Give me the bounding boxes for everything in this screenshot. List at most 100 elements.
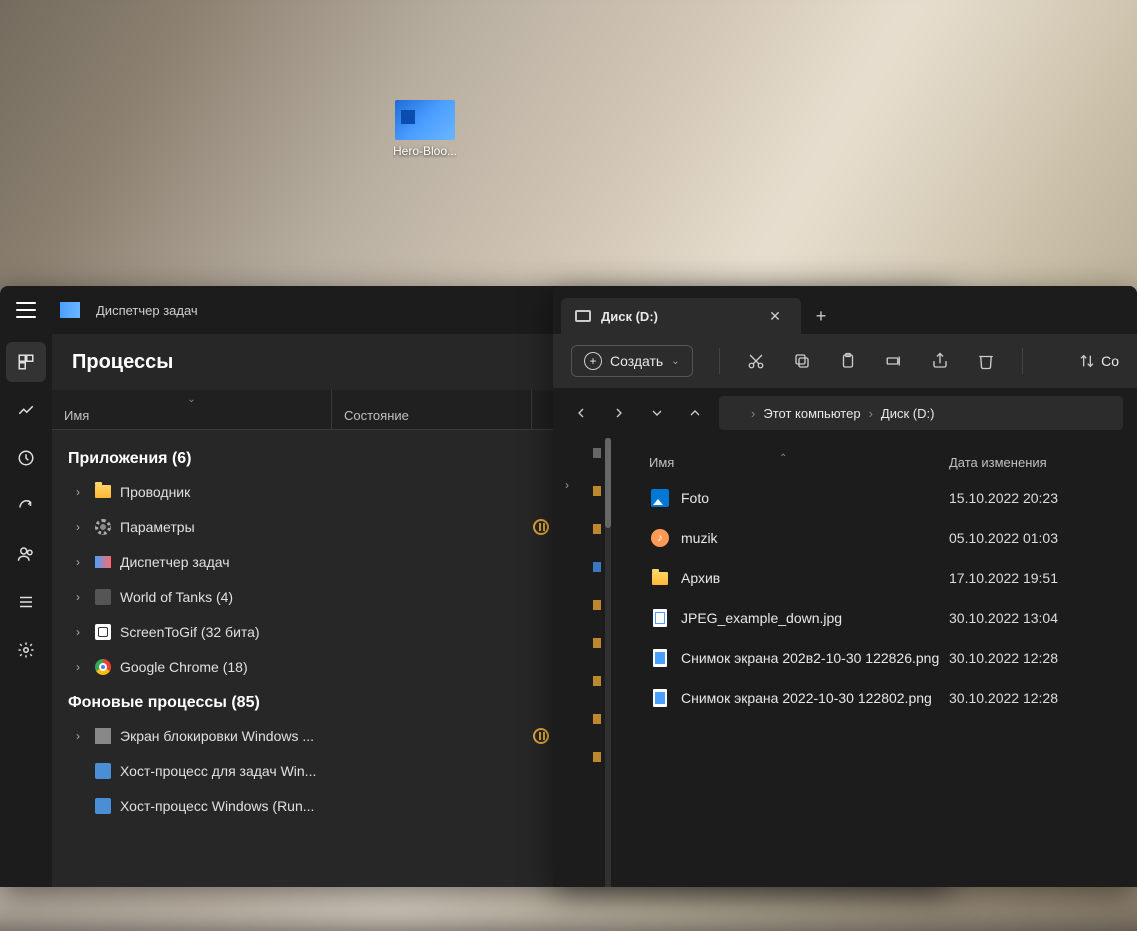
file-date: 05.10.2022 01:03: [949, 530, 1109, 546]
image-icon: [653, 649, 667, 667]
file-name: Архив: [681, 570, 949, 586]
file-name: Foto: [681, 490, 949, 506]
expand-chevron-icon[interactable]: ›: [70, 625, 86, 639]
chevron-right-icon[interactable]: ›: [565, 478, 569, 492]
copy-icon[interactable]: [792, 351, 812, 371]
column-header-state[interactable]: Состояние: [332, 390, 532, 429]
file-icon: [653, 609, 667, 627]
cut-icon[interactable]: [746, 351, 766, 371]
scrollbar[interactable]: [605, 438, 611, 887]
address-bar-row: › Этот компьютер › Диск (D:): [553, 388, 1137, 438]
file-row[interactable]: Архив17.10.2022 19:51: [609, 558, 1137, 598]
process-name: Параметры: [120, 519, 365, 535]
nav-users[interactable]: [6, 534, 46, 574]
task-manager-nav: [0, 334, 52, 887]
back-button[interactable]: [567, 399, 595, 427]
task-manager-app-icon: [60, 302, 80, 318]
sort-chevron-icon: ⌄: [187, 394, 195, 405]
process-name: World of Tanks (4): [120, 589, 365, 605]
drive-icon: [729, 408, 743, 418]
drive-icon: [575, 310, 591, 322]
file-date: 30.10.2022 12:28: [949, 690, 1109, 706]
sort-button[interactable]: Со: [1079, 353, 1119, 369]
app-icon: [95, 798, 111, 814]
column-header-date[interactable]: Дата изменения: [949, 455, 1109, 470]
file-explorer-window: Диск (D:) ✕ + + Создать ⌄ Со › Этот ко: [553, 286, 1137, 887]
nav-performance[interactable]: [6, 390, 46, 430]
recent-button[interactable]: [643, 399, 671, 427]
process-name: Google Chrome (18): [120, 659, 365, 675]
expand-chevron-icon[interactable]: ›: [70, 485, 86, 499]
file-row[interactable]: Снимок экрана 2022-10-30 122802.png30.10…: [609, 678, 1137, 718]
desktop-icon-label: Hero-Bloo...: [393, 144, 457, 158]
file-list: Имя ⌃ Дата изменения Foto15.10.2022 20:2…: [609, 438, 1137, 887]
app-icon: [95, 728, 111, 744]
tab-active[interactable]: Диск (D:) ✕: [561, 298, 801, 334]
delete-icon[interactable]: [976, 351, 996, 371]
create-button[interactable]: + Создать ⌄: [571, 345, 693, 377]
file-date: 17.10.2022 19:51: [949, 570, 1109, 586]
file-row[interactable]: Снимок экрана 202в2-10-30 122826.png30.1…: [609, 638, 1137, 678]
paste-icon[interactable]: [838, 351, 858, 371]
folder-icon: [652, 572, 668, 585]
tab-title: Диск (D:): [601, 309, 753, 324]
file-row[interactable]: JPEG_example_down.jpg30.10.2022 13:04: [609, 598, 1137, 638]
nav-services[interactable]: [6, 630, 46, 670]
expand-chevron-icon[interactable]: ›: [70, 729, 86, 743]
expand-chevron-icon[interactable]: ›: [70, 660, 86, 674]
page-title: Процессы: [72, 351, 173, 374]
file-date: 30.10.2022 12:28: [949, 650, 1109, 666]
gear-icon: [95, 519, 111, 535]
tab-close-button[interactable]: ✕: [763, 308, 787, 325]
file-name: Снимок экрана 2022-10-30 122802.png: [681, 690, 949, 706]
process-name: Хост-процесс Windows (Run...: [120, 798, 365, 814]
folder-icon: [95, 485, 111, 498]
plus-icon: +: [584, 352, 602, 370]
desktop-icon-thumb: [395, 100, 455, 140]
tab-strip: Диск (D:) ✕ +: [553, 286, 1137, 334]
up-button[interactable]: [681, 399, 709, 427]
column-header-name[interactable]: Имя ⌃: [649, 455, 949, 470]
process-name: Экран блокировки Windows ...: [120, 728, 365, 744]
chrome-icon: [95, 659, 111, 675]
photos-icon: [651, 489, 669, 507]
sort-indicator-icon: ⌃: [779, 453, 787, 464]
chevron-right-icon: ›: [751, 406, 755, 421]
rename-icon[interactable]: [884, 351, 904, 371]
file-row[interactable]: ♪ muzik05.10.2022 01:03: [609, 518, 1137, 558]
share-icon[interactable]: [930, 351, 950, 371]
task-manager-title: Диспетчер задач: [96, 303, 198, 318]
expand-chevron-icon[interactable]: ›: [70, 555, 86, 569]
file-date: 30.10.2022 13:04: [949, 610, 1109, 626]
file-name: Снимок экрана 202в2-10-30 122826.png: [681, 650, 949, 666]
chevron-right-icon: ›: [869, 406, 873, 421]
file-row[interactable]: Foto15.10.2022 20:23: [609, 478, 1137, 518]
process-state: [373, 728, 573, 744]
task-manager-icon: [95, 556, 111, 568]
pause-icon: [533, 519, 549, 535]
process-name: ScreenToGif (32 бита): [120, 624, 365, 640]
forward-button[interactable]: [605, 399, 633, 427]
expand-chevron-icon[interactable]: ›: [70, 590, 86, 604]
nav-pane[interactable]: ›: [553, 438, 609, 887]
pause-icon: [533, 728, 549, 744]
nav-details[interactable]: [6, 582, 46, 622]
app-icon: [95, 763, 111, 779]
breadcrumb-root[interactable]: Этот компьютер: [763, 406, 860, 421]
hamburger-icon[interactable]: [16, 302, 36, 318]
nav-processes[interactable]: [6, 342, 46, 382]
column-header-name[interactable]: ⌄ Имя: [52, 390, 332, 429]
file-name: JPEG_example_down.jpg: [681, 610, 949, 626]
separator: [719, 348, 720, 374]
image-icon: [653, 689, 667, 707]
expand-chevron-icon[interactable]: ›: [70, 520, 86, 534]
new-tab-button[interactable]: +: [801, 298, 841, 334]
music-icon: ♪: [651, 529, 669, 547]
chevron-down-icon: ⌄: [671, 356, 679, 367]
nav-history[interactable]: [6, 438, 46, 478]
breadcrumb-current[interactable]: Диск (D:): [881, 406, 935, 421]
nav-startup[interactable]: [6, 486, 46, 526]
file-name: muzik: [681, 530, 949, 546]
breadcrumb[interactable]: › Этот компьютер › Диск (D:): [719, 396, 1123, 430]
desktop-icon[interactable]: Hero-Bloo...: [380, 100, 470, 158]
